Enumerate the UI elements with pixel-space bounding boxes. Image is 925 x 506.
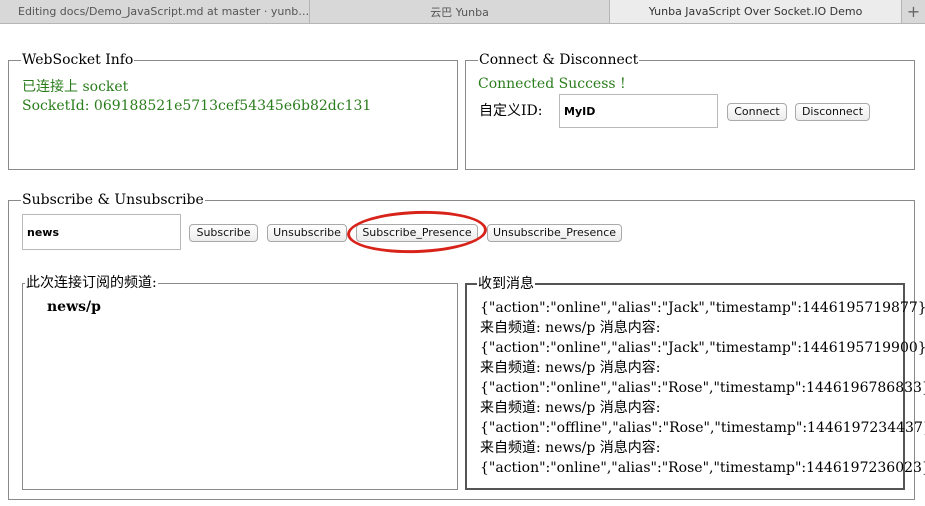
websocket-info-panel: WebSocket Info: [8, 52, 458, 170]
message-line: {"action":"online","alias":"Rose","times…: [480, 380, 925, 396]
tab-label: Yunba JavaScript Over Socket.IO Demo: [648, 5, 863, 18]
messages-legend: 收到消息: [477, 276, 535, 292]
plus-icon: +: [906, 2, 921, 21]
connect-button[interactable]: Connect: [727, 103, 787, 121]
message-line: 来自频道: news/p 消息内容:: [480, 400, 661, 416]
browser-tab-yunba[interactable]: 云巴 Yunba: [310, 0, 610, 23]
message-line: 来自频道: news/p 消息内容:: [480, 360, 661, 376]
subscribe-legend: Subscribe & Unsubscribe: [21, 192, 205, 208]
message-line: {"action":"online","alias":"Jack","times…: [480, 340, 925, 356]
subscribe-button[interactable]: Subscribe: [189, 224, 258, 242]
topic-input[interactable]: news: [22, 214, 181, 250]
tab-label: Editing docs/Demo_JavaScript.md at maste…: [18, 5, 310, 18]
channel-item: news/p: [47, 299, 101, 315]
message-line: {"action":"online","alias":"Rose","times…: [480, 460, 925, 476]
tab-label: 云巴 Yunba: [430, 5, 489, 19]
browser-tab-demo[interactable]: Yunba JavaScript Over Socket.IO Demo: [610, 0, 902, 23]
subscribe-presence-button[interactable]: Subscribe_Presence: [356, 224, 478, 242]
message-line: {"action":"online","alias":"Jack","times…: [480, 300, 925, 316]
channels-legend: 此次连接订阅的频道:: [25, 275, 158, 291]
message-line: 来自频道: news/p 消息内容:: [480, 440, 661, 456]
browser-tab-editing-docs[interactable]: Editing docs/Demo_JavaScript.md at maste…: [0, 0, 310, 23]
new-tab-button[interactable]: +: [902, 0, 925, 23]
unsubscribe-presence-button[interactable]: Unsubscribe_Presence: [487, 224, 622, 242]
connect-legend: Connect & Disconnect: [478, 52, 640, 68]
custom-id-input[interactable]: MyID: [559, 94, 718, 128]
browser-tab-bar: Editing docs/Demo_JavaScript.md at maste…: [0, 0, 925, 24]
custom-id-label: 自定义ID:: [479, 103, 543, 119]
socket-status-text: 已连接上 socket: [22, 79, 129, 95]
message-line: {"action":"offline","alias":"Rose","time…: [480, 420, 925, 436]
message-line: 来自频道: news/p 消息内容:: [480, 320, 661, 336]
disconnect-button[interactable]: Disconnect: [795, 103, 870, 121]
websocket-info-legend: WebSocket Info: [21, 52, 135, 68]
unsubscribe-button[interactable]: Unsubscribe: [267, 224, 347, 242]
connect-status-text: Connected Success !: [478, 76, 626, 92]
socket-id-text: SocketId: 069188521e5713cef54345e6b82dc1…: [22, 98, 372, 114]
